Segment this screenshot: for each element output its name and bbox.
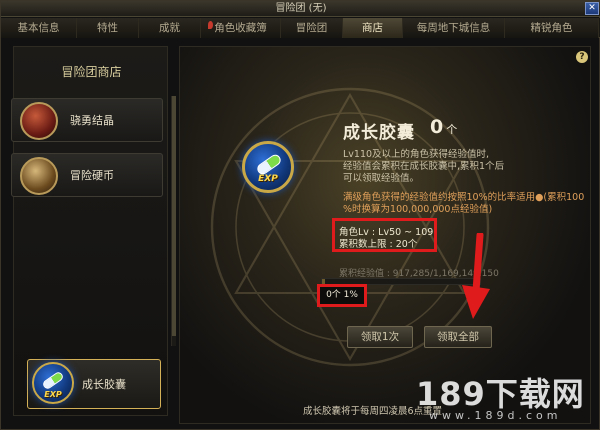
sidebar-scrollbar[interactable] [171,96,176,346]
tab-label: 每周地下城信息 [416,22,491,34]
window-titlebar: 冒险团 (无) ✕ [1,1,600,17]
capsule-count-unit: 个 [446,123,458,136]
description-line: 可以领取经验值。 [343,173,420,184]
exp-label: EXP [258,174,278,184]
capsule-count-value: 0 [430,116,444,138]
limit-text: 累积数上限 : 20个 [339,239,418,250]
conversion-note-line: %时换算为100,000,000点经验值) [343,204,493,215]
capsule-percent-box: 0个 1% [317,284,367,307]
coin-chest-icon [20,157,58,195]
tab-label: 特性 [97,22,118,34]
tab-shop[interactable]: 商店 [343,18,403,38]
shop-item-brave-crystal[interactable]: 骁勇结晶 [11,98,163,142]
tab-adventure-group[interactable]: 冒险团 [281,18,343,38]
capsule-count: 0个 [430,116,457,138]
claim-all-button[interactable]: 领取全部 [424,326,492,348]
tab-label: 商店 [362,22,383,34]
tab-label: 成就 [159,22,180,34]
watermark-url: www.189d.com [429,409,562,422]
tab-traits[interactable]: 特性 [77,18,139,38]
shop-item-label: 冒险硬币 [70,169,114,182]
tab-elite-characters[interactable]: 精锐角色 [505,18,599,38]
tab-label: 精锐角色 [530,22,573,34]
capsule-title: 成长胶囊 [343,123,415,143]
tab-label: 角色收藏簿 [214,22,267,34]
tab-achievements[interactable]: 成就 [139,18,201,38]
exp-capsule-icon: EXP [32,362,74,404]
tab-basic-info[interactable]: 基本信息 [1,18,77,38]
exp-capsule-large-icon: EXP [242,141,294,193]
shop-item-growth-capsule[interactable]: EXP 成长胶囊 [27,359,161,409]
sidebar-title: 冒险团商店 [61,65,122,79]
pin-icon [208,21,213,29]
help-icon[interactable]: ? [576,51,588,63]
tab-bar: 基本信息 特性 成就 角色收藏簿 冒险团 商店 每周地下城信息 精锐角色 [1,18,600,38]
tab-character-collection[interactable]: 角色收藏簿 [201,18,281,38]
window-title: 冒险团 (无) [275,3,327,14]
scrollbar-thumb[interactable] [172,96,176,336]
crystal-icon [20,102,58,140]
capsule-icon [255,152,283,177]
claim-once-button[interactable]: 领取1次 [347,326,413,348]
adventure-group-window: 冒险团 (无) ✕ 基本信息 特性 成就 角色收藏簿 冒险团 商店 每周地下城信… [0,0,600,430]
shop-item-label: 骁勇结晶 [70,114,114,127]
capsule-percent-text: 0个 1% [326,290,358,300]
red-arrow-icon [462,233,490,319]
close-button[interactable]: ✕ [585,2,599,15]
tab-label: 基本信息 [17,22,60,34]
shop-item-label: 成长胶囊 [82,378,126,391]
shop-item-adventure-coin[interactable]: 冒险硬币 [11,153,163,197]
tab-label: 冒险团 [295,22,328,34]
tab-weekly-dungeon-info[interactable]: 每周地下城信息 [403,18,505,38]
